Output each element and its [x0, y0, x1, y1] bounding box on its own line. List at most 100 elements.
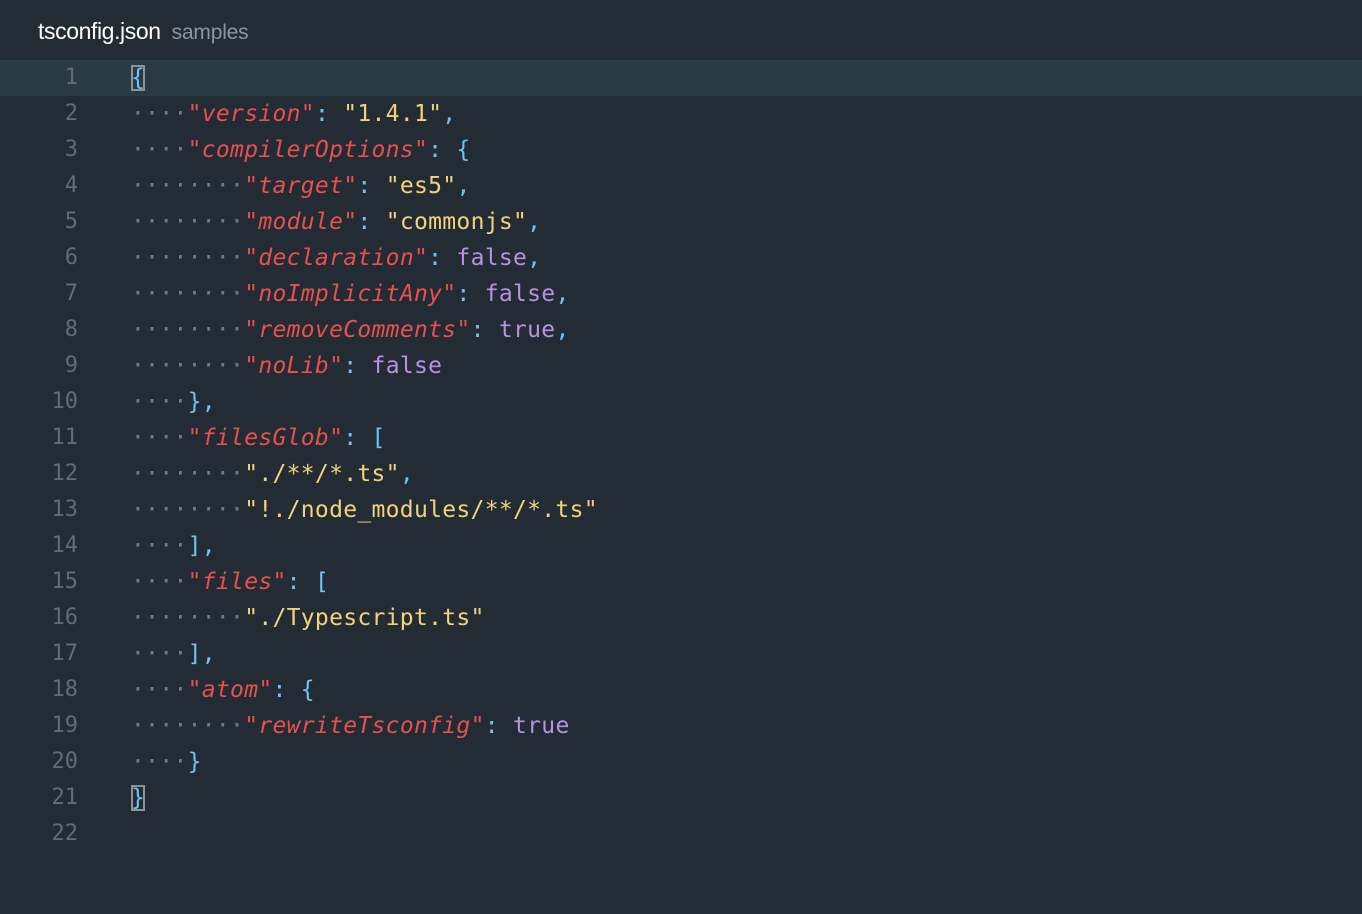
json-value: {	[456, 137, 471, 163]
code-line[interactable]: 22	[0, 816, 1362, 852]
line-content[interactable]: ········"./**/*.ts",	[131, 456, 414, 492]
code-line[interactable]: 6 ········"declaration": false,	[0, 240, 1362, 276]
line-content[interactable]: ····},	[131, 384, 216, 420]
line-content[interactable]: ····"compilerOptions": {	[131, 132, 471, 168]
json-value: [	[371, 425, 386, 451]
code-line[interactable]: 8 ········"removeComments": true,	[0, 312, 1362, 348]
json-value: "!./node_modules/**/*.ts"	[244, 497, 598, 523]
json-key: declaration	[258, 245, 414, 271]
line-content[interactable]: ········"!./node_modules/**/*.ts"	[131, 492, 598, 528]
colon: :	[484, 713, 514, 739]
comma: ,	[527, 209, 542, 235]
comma: ,	[456, 173, 471, 199]
indent-whitespace: ········	[131, 461, 245, 487]
indent-whitespace: ····	[131, 389, 188, 415]
quote: "	[300, 101, 315, 127]
line-number: 15	[51, 569, 79, 594]
colon: :	[343, 425, 372, 451]
code-line[interactable]: 14 ····],	[0, 528, 1362, 564]
comma: ,	[555, 281, 570, 307]
indent-whitespace: ········	[131, 281, 245, 307]
colon: :	[357, 209, 386, 235]
indent-whitespace: ····	[131, 101, 188, 127]
quote: "	[244, 245, 259, 271]
line-content[interactable]: ········"noLib": false	[131, 348, 442, 384]
code-line[interactable]: 16 ········"./Typescript.ts"	[0, 600, 1362, 636]
line-content[interactable]: ········"removeComments": true,	[131, 312, 570, 348]
code-line[interactable]: 19 ········"rewriteTsconfig": true	[0, 708, 1362, 744]
matched-bracket-open: {	[131, 65, 146, 91]
json-value: "./Typescript.ts"	[244, 605, 485, 631]
line-content[interactable]: ····"atom": {	[131, 672, 315, 708]
json-value: false	[484, 281, 556, 307]
json-key: removeComments	[258, 317, 457, 343]
comma: ,	[442, 101, 457, 127]
comma: ,	[527, 245, 542, 271]
indent-whitespace: ········	[131, 245, 245, 271]
line-content[interactable]: ····"filesGlob": [	[131, 420, 386, 456]
indent-whitespace: ········	[131, 353, 245, 379]
indent-whitespace: ········	[131, 713, 245, 739]
quote: "	[187, 569, 202, 595]
code-line[interactable]: 2 ····"version": "1.4.1",	[0, 96, 1362, 132]
code-line[interactable]: 18 ····"atom": {	[0, 672, 1362, 708]
indent-whitespace: ········	[131, 497, 245, 523]
line-number: 21	[51, 785, 79, 810]
line-content[interactable]: ····],	[131, 528, 216, 564]
line-number: 13	[51, 497, 79, 522]
line-content[interactable]: ········"./Typescript.ts"	[131, 600, 485, 636]
closing-bracket: }	[187, 749, 202, 775]
line-content[interactable]: ········"noImplicitAny": false,	[131, 276, 570, 312]
code-line[interactable]: 1{	[0, 60, 1362, 96]
line-number: 19	[51, 713, 79, 738]
line-content[interactable]: }	[131, 780, 146, 816]
colon: :	[272, 677, 301, 703]
line-content[interactable]: ····"files": [	[131, 564, 329, 600]
line-content[interactable]: ········"declaration": false,	[131, 240, 541, 276]
closing-bracket: ],	[187, 533, 216, 559]
quote: "	[244, 713, 259, 739]
json-value: false	[456, 245, 528, 271]
code-line[interactable]: 5 ········"module": "commonjs",	[0, 204, 1362, 240]
json-key: files	[201, 569, 273, 595]
code-line[interactable]: 9 ········"noLib": false	[0, 348, 1362, 384]
indent-whitespace: ········	[131, 209, 245, 235]
code-editor[interactable]: 1{2 ····"version": "1.4.1", 3 ····"compiler…	[0, 60, 1362, 914]
line-content[interactable]: ····}	[131, 744, 202, 780]
code-line[interactable]: 12 ········"./**/*.ts",	[0, 456, 1362, 492]
quote: "	[187, 425, 202, 451]
quote: "	[244, 317, 259, 343]
json-key: compilerOptions	[201, 137, 414, 163]
line-content[interactable]: ····],	[131, 636, 216, 672]
json-value: "1.4.1"	[343, 101, 443, 127]
json-value: true	[513, 713, 570, 739]
code-line[interactable]: 20 ····}	[0, 744, 1362, 780]
line-content[interactable]: {	[131, 60, 146, 96]
code-line[interactable]: 15 ····"files": [	[0, 564, 1362, 600]
json-key: noImplicitAny	[258, 281, 443, 307]
line-number: 8	[64, 317, 78, 342]
line-number: 3	[64, 137, 78, 162]
comma: ,	[399, 461, 414, 487]
code-line[interactable]: 21}	[0, 780, 1362, 816]
line-content[interactable]: ········"module": "commonjs",	[131, 204, 541, 240]
code-line[interactable]: 10 ····},	[0, 384, 1362, 420]
json-key: module	[258, 209, 344, 235]
code-line[interactable]: 7 ········"noImplicitAny": false,	[0, 276, 1362, 312]
code-line[interactable]: 3 ····"compilerOptions": {	[0, 132, 1362, 168]
code-line[interactable]: 11 ····"filesGlob": [	[0, 420, 1362, 456]
code-line[interactable]: 13 ········"!./node_modules/**/*.ts"	[0, 492, 1362, 528]
quote: "	[329, 353, 344, 379]
line-content[interactable]: ····"version": "1.4.1",	[131, 96, 456, 132]
line-number: 9	[64, 353, 78, 378]
indent-whitespace: ····	[131, 137, 188, 163]
colon: :	[456, 281, 485, 307]
code-line[interactable]: 17 ····],	[0, 636, 1362, 672]
indent-whitespace: ········	[131, 317, 245, 343]
line-content[interactable]: ········"rewriteTsconfig": true	[131, 708, 570, 744]
line-content[interactable]: ········"target": "es5",	[131, 168, 471, 204]
quote: "	[244, 281, 259, 307]
json-value: true	[498, 317, 556, 343]
json-value: [	[314, 569, 330, 595]
code-line[interactable]: 4 ········"target": "es5",	[0, 168, 1362, 204]
